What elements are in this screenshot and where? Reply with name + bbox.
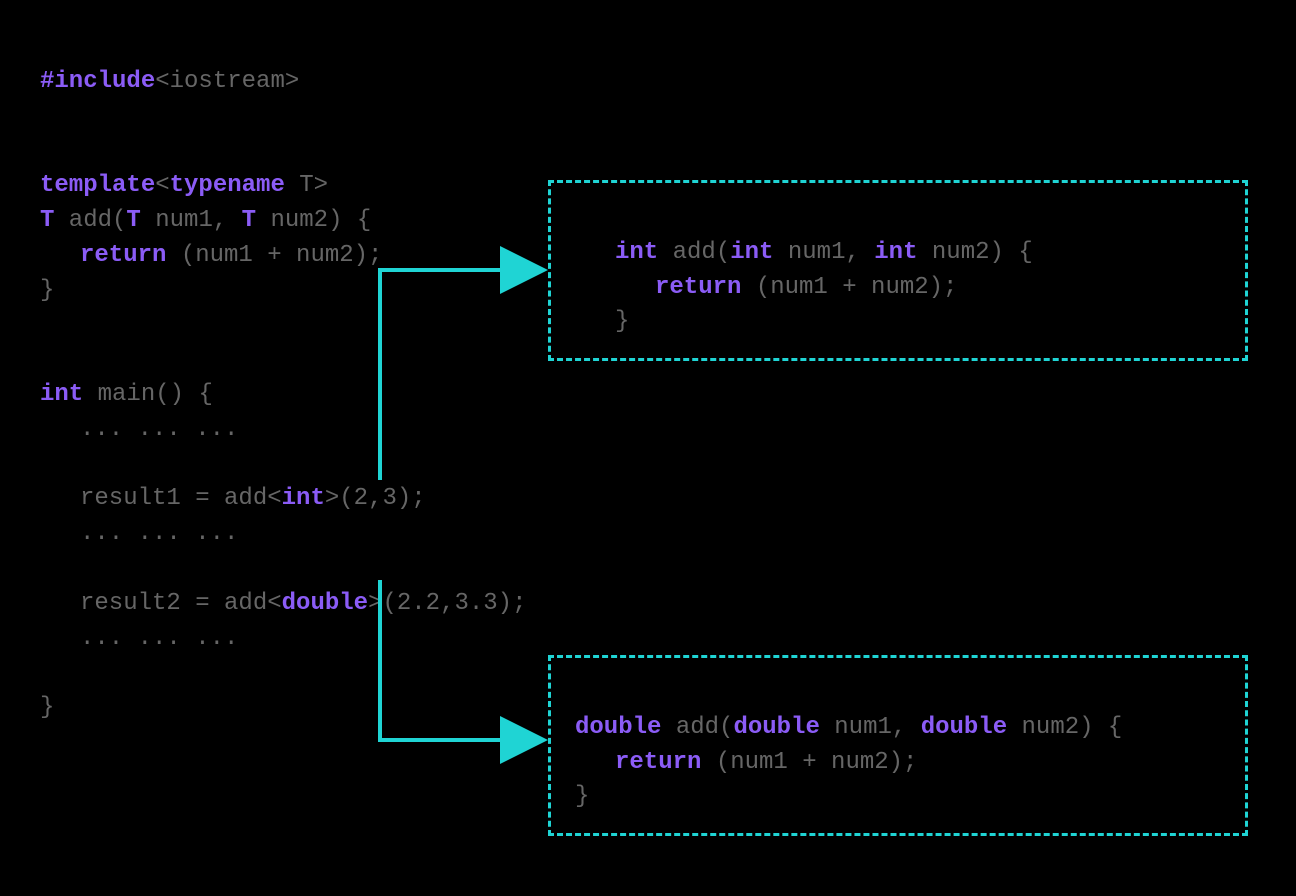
result2-assignment: result2 = add< <box>80 590 282 617</box>
int-instantiation-box: int add(int num1, int num2) { return (nu… <box>548 180 1248 361</box>
double-instantiation-box: double add(double num1, double num2) { r… <box>548 655 1248 836</box>
result1-assignment: result1 = add< <box>80 485 282 512</box>
source-code-block: #include<iostream> template<typename T> … <box>40 30 527 726</box>
double-template-arg: double <box>282 590 368 617</box>
return-type-T: T <box>40 207 54 234</box>
ellipsis: ... ... ... <box>80 520 238 547</box>
ellipsis: ... ... ... <box>80 625 238 652</box>
return-keyword: return <box>80 242 166 269</box>
int-template-arg: int <box>282 485 325 512</box>
main-function: main() { <box>83 381 213 408</box>
include-directive: #include <box>40 68 155 95</box>
double-return-type: double <box>575 714 661 741</box>
ellipsis: ... ... ... <box>80 416 238 443</box>
template-keyword: template <box>40 172 155 199</box>
typename-keyword: typename <box>170 172 285 199</box>
return-keyword: return <box>655 274 741 301</box>
int-keyword: int <box>40 381 83 408</box>
int-return-type: int <box>615 239 658 266</box>
iostream-header: <iostream> <box>155 68 299 95</box>
return-keyword: return <box>615 749 701 776</box>
